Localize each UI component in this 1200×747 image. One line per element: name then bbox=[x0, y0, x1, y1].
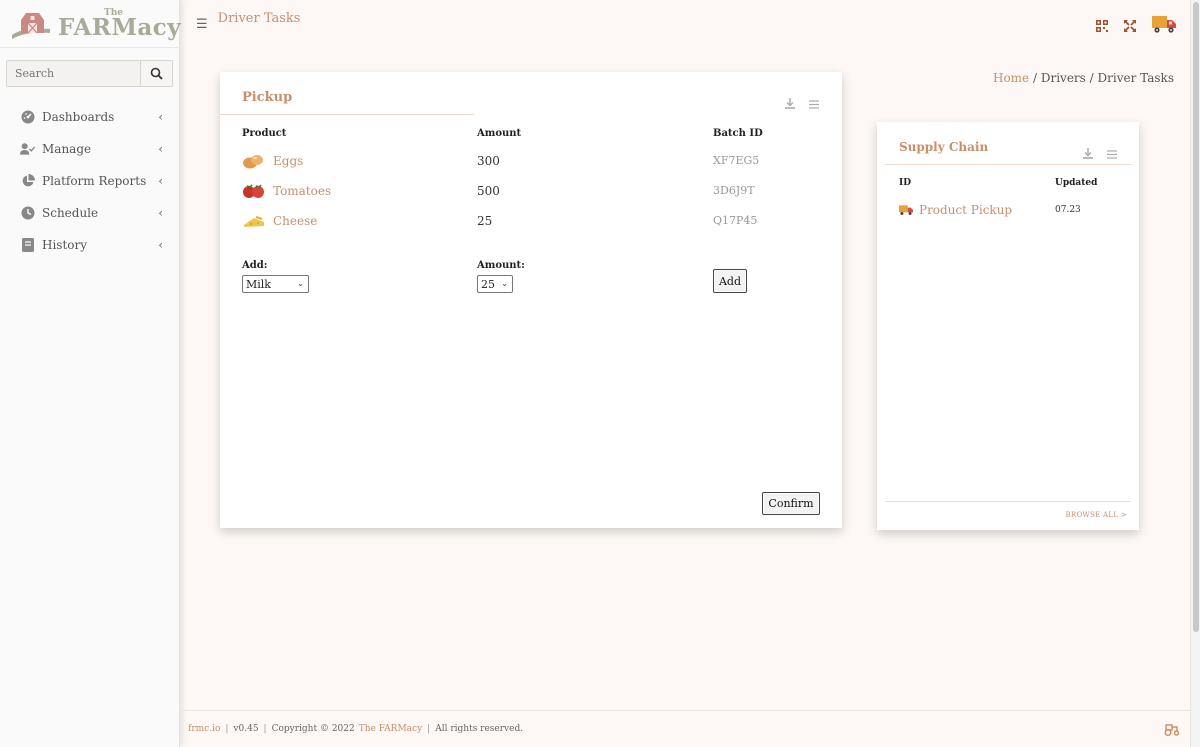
topbar: ☰ Driver Tasks bbox=[180, 0, 1190, 48]
column-header-batch-id: Batch ID bbox=[713, 128, 763, 139]
column-header-id: ID bbox=[899, 178, 912, 188]
breadcrumb-separator: / bbox=[1032, 71, 1038, 85]
footer-separator: | bbox=[225, 724, 229, 734]
user-check-icon bbox=[20, 142, 35, 157]
chevron-left-icon: ‹ bbox=[158, 206, 163, 220]
sidebar-item-label: Schedule bbox=[42, 206, 99, 220]
browse-all-link[interactable]: BROWSE ALL > bbox=[1065, 511, 1127, 519]
logo[interactable]: The FARMacy bbox=[0, 0, 182, 48]
download-icon[interactable] bbox=[785, 94, 795, 113]
sidebar-item-label: Platform Reports bbox=[42, 174, 147, 188]
column-header-product: Product bbox=[242, 128, 287, 139]
confirm-button[interactable]: Confirm bbox=[762, 492, 820, 515]
chevron-left-icon: ‹ bbox=[158, 142, 163, 156]
amount-select-value: 25 bbox=[481, 277, 495, 291]
column-header-updated: Updated bbox=[1055, 178, 1098, 188]
sidebar-item-label: History bbox=[42, 238, 88, 252]
chevron-left-icon: ‹ bbox=[158, 174, 163, 188]
footer: frmc.io | v0.45 | Copyright © 2022 The F… bbox=[180, 710, 1190, 747]
tractor-icon bbox=[1164, 722, 1180, 739]
breadcrumb-separator: / bbox=[1089, 71, 1094, 85]
truck-icon[interactable] bbox=[1152, 14, 1176, 38]
batch-id: XF7EG5 bbox=[713, 154, 760, 167]
footer-domain-link[interactable]: frmc.io bbox=[188, 724, 220, 734]
product-name: Cheese bbox=[273, 214, 318, 228]
footer-rights: All rights reserved. bbox=[435, 724, 524, 734]
product-amount: 300 bbox=[477, 154, 500, 168]
footer-version: v0.45 bbox=[233, 724, 259, 734]
breadcrumb-drivers[interactable]: Drivers bbox=[1041, 71, 1086, 85]
page-title: Driver Tasks bbox=[217, 10, 301, 26]
sidebar-item-schedule[interactable]: Schedule ‹ bbox=[0, 197, 179, 229]
eggs-icon bbox=[242, 153, 266, 169]
divider bbox=[885, 164, 1131, 165]
search-button[interactable] bbox=[140, 61, 172, 86]
table-row-product[interactable]: Cheese bbox=[242, 213, 317, 229]
qr-code-icon[interactable] bbox=[1096, 17, 1108, 36]
barn-logo-icon bbox=[12, 9, 50, 39]
clock-icon bbox=[20, 206, 35, 221]
add-product-select-value: Milk bbox=[246, 277, 271, 291]
table-row-product[interactable]: Eggs bbox=[242, 153, 303, 169]
chevron-left-icon: ‹ bbox=[158, 238, 163, 252]
product-amount: 500 bbox=[477, 184, 500, 198]
page-scrollbar[interactable] bbox=[1190, 0, 1200, 747]
divider bbox=[220, 114, 474, 115]
breadcrumb-current: Driver Tasks bbox=[1097, 71, 1174, 85]
pickup-card: Pickup Product Amount Batch ID Eggs 300 … bbox=[220, 72, 842, 528]
sidebar-item-label: Manage bbox=[42, 142, 92, 156]
divider bbox=[885, 501, 1131, 502]
footer-brand-link[interactable]: The FARMacy bbox=[359, 724, 422, 734]
supply-chain-card: Supply Chain ID Updated Product Pickup 0… bbox=[877, 122, 1139, 530]
breadcrumb-home-link[interactable]: Home bbox=[993, 71, 1029, 85]
sidebar-item-dashboards[interactable]: Dashboards ‹ bbox=[0, 101, 179, 133]
tomatoes-icon bbox=[242, 183, 266, 199]
table-row-supply[interactable]: Product Pickup bbox=[899, 203, 1012, 217]
scrollbar-thumb[interactable] bbox=[1193, 2, 1199, 632]
product-name: Tomatoes bbox=[273, 184, 332, 198]
cheese-icon bbox=[242, 213, 266, 229]
sidebar-item-label: Dashboards bbox=[42, 110, 115, 124]
sidebar-nav: Dashboards ‹ Manage ‹ Platform Reports ‹… bbox=[0, 101, 179, 261]
logo-name: FARMacy bbox=[58, 13, 182, 41]
search-box bbox=[6, 60, 173, 87]
batch-id: Q17P45 bbox=[713, 214, 758, 227]
menu-icon[interactable] bbox=[809, 94, 819, 113]
add-product-select[interactable]: Milk ⌄ bbox=[242, 275, 309, 293]
supply-chain-card-title: Supply Chain bbox=[899, 140, 989, 154]
amount-select[interactable]: 25 ⌄ bbox=[477, 275, 513, 293]
supply-updated: 07.23 bbox=[1055, 205, 1081, 215]
download-icon[interactable] bbox=[1083, 144, 1093, 163]
product-name: Eggs bbox=[273, 154, 304, 168]
amount-label: Amount: bbox=[477, 260, 525, 271]
sidebar-item-platform-reports[interactable]: Platform Reports ‹ bbox=[0, 165, 179, 197]
sidebar: The FARMacy Dashboards ‹ Manage ‹ bbox=[0, 0, 182, 747]
table-row-product[interactable]: Tomatoes bbox=[242, 183, 331, 199]
chevron-left-icon: ‹ bbox=[158, 110, 163, 124]
pickup-card-title: Pickup bbox=[242, 90, 293, 105]
book-icon bbox=[20, 238, 35, 253]
product-amount: 25 bbox=[477, 214, 493, 228]
breadcrumb: Home / Drivers / Driver Tasks bbox=[993, 71, 1174, 85]
hamburger-menu-icon[interactable]: ☰ bbox=[196, 17, 208, 32]
supply-id: Product Pickup bbox=[919, 203, 1013, 217]
chevron-down-icon: ⌄ bbox=[501, 279, 508, 288]
footer-separator: | bbox=[263, 724, 267, 734]
menu-icon[interactable] bbox=[1107, 144, 1117, 163]
dashboard-icon bbox=[20, 110, 35, 125]
footer-separator: | bbox=[427, 724, 431, 734]
column-header-amount: Amount bbox=[477, 128, 522, 139]
batch-id: 3D6J9T bbox=[713, 184, 755, 197]
chevron-down-icon: ⌄ bbox=[297, 279, 304, 288]
search-icon bbox=[150, 67, 163, 80]
footer-copyright: Copyright © 2022 bbox=[271, 724, 355, 734]
sidebar-item-history[interactable]: History ‹ bbox=[0, 229, 179, 261]
fullscreen-icon[interactable] bbox=[1124, 17, 1136, 36]
add-label: Add: bbox=[242, 260, 268, 271]
add-button[interactable]: Add bbox=[713, 269, 747, 293]
sidebar-item-manage[interactable]: Manage ‹ bbox=[0, 133, 179, 165]
search-input[interactable] bbox=[7, 61, 140, 86]
truck-icon bbox=[899, 204, 913, 216]
pie-chart-icon bbox=[20, 174, 35, 189]
